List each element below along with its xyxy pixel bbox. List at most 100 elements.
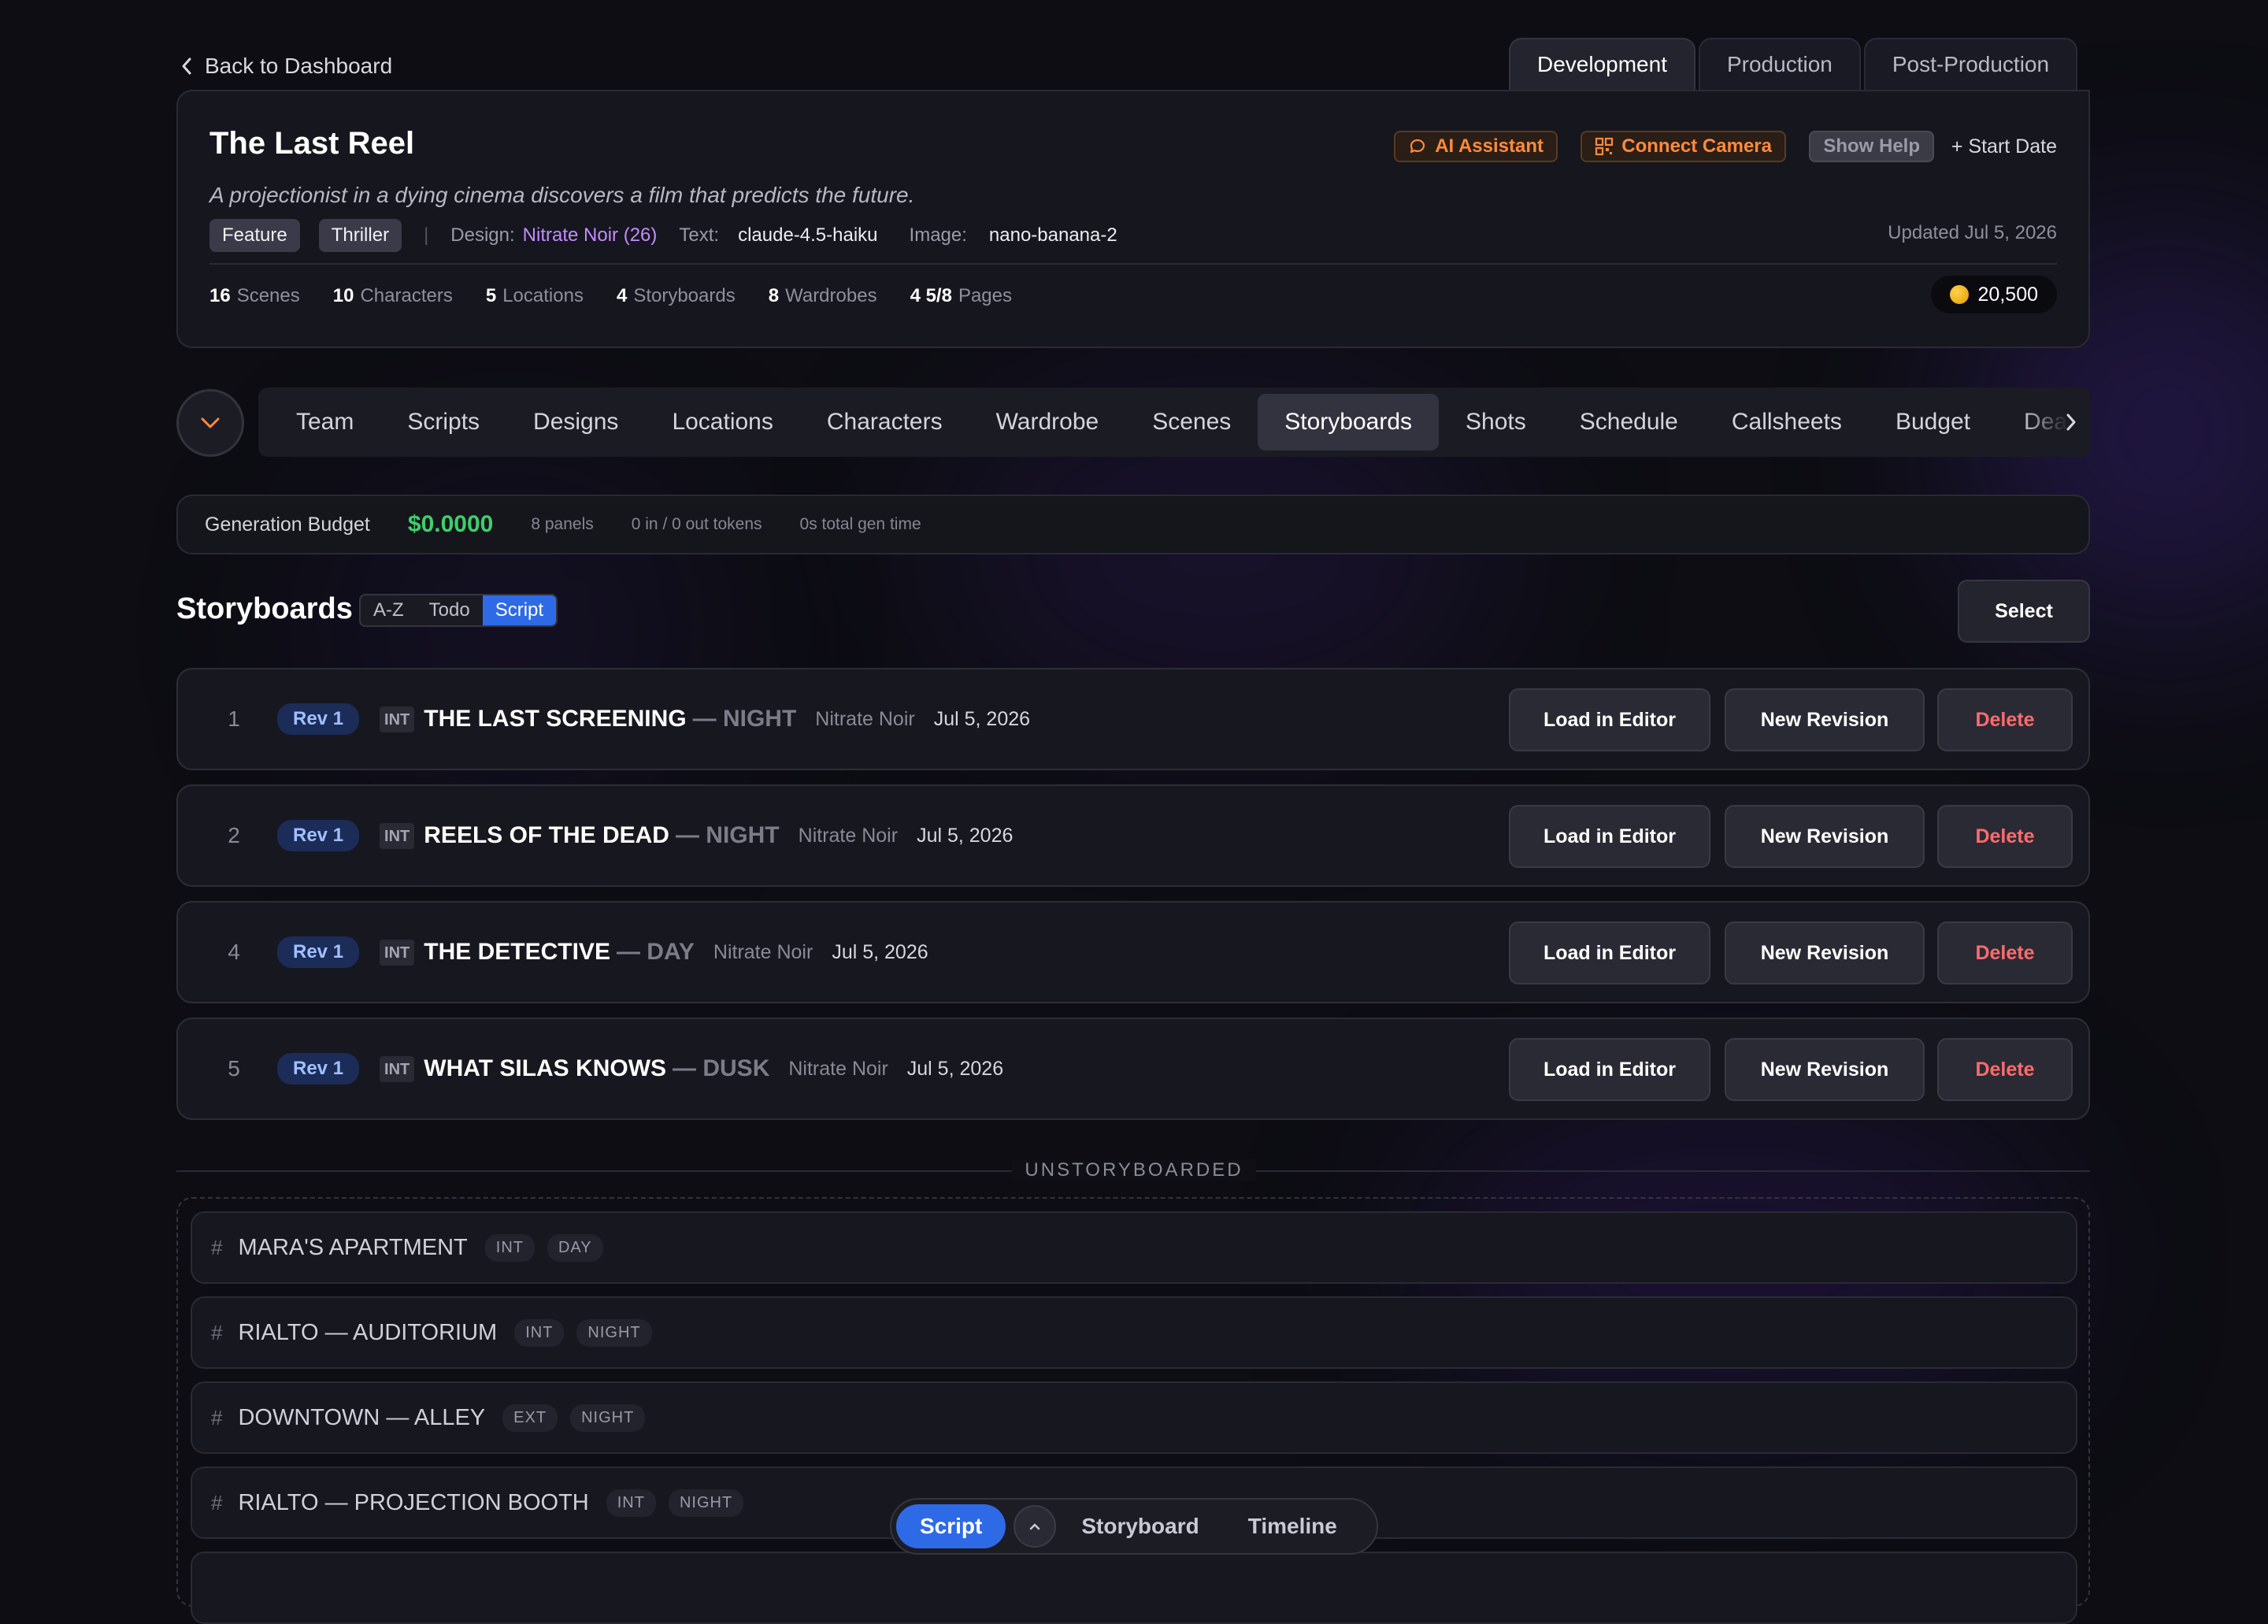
start-date-button[interactable]: + Start Date: [1939, 131, 2070, 162]
card-divider: [209, 263, 2057, 265]
scene-name: DOWNTOWN — ALLEY: [238, 1404, 486, 1430]
sort-az-button[interactable]: A-Z: [361, 595, 417, 625]
budget-amount: $0.0000: [407, 511, 494, 537]
delete-button[interactable]: Delete: [1937, 805, 2073, 868]
nav-shots[interactable]: Shots: [1439, 394, 1553, 450]
nav-callsheets[interactable]: Callsheets: [1705, 394, 1869, 450]
time-of-day-badge: NIGHT: [570, 1403, 646, 1432]
budget-label: Generation Budget: [205, 513, 370, 536]
project-stats: 16 Scenes 10 Characters 5 Locations 4 Storyb…: [209, 285, 1012, 307]
chevron-left-icon: [182, 57, 191, 75]
budget-gen-time: 0s total gen time: [799, 515, 921, 533]
unstoryboarded-label: UNSTORYBOARDED: [1012, 1159, 1256, 1181]
new-revision-button[interactable]: New Revision: [1725, 688, 1925, 751]
storyboards-heading: Storyboards: [176, 592, 353, 625]
design-style: Nitrate Noir: [815, 707, 915, 730]
budget-panels: 8 panels: [531, 515, 594, 533]
load-in-editor-button[interactable]: Load in Editor: [1509, 688, 1710, 751]
nav-scenes[interactable]: Scenes: [1125, 394, 1258, 450]
text-model-value: claude-4.5-haiku: [738, 224, 878, 246]
project-meta-row: Feature Thriller | Design: Nitrate Noir …: [209, 219, 1117, 252]
load-in-editor-button[interactable]: Load in Editor: [1509, 921, 1710, 984]
scene-name: RIALTO — AUDITORIUM: [238, 1319, 498, 1345]
delete-button[interactable]: Delete: [1937, 688, 2073, 751]
tab-post-production[interactable]: Post-Production: [1863, 38, 2078, 90]
unstoryboarded-scene-row[interactable]: # DOWNTOWN — ALLEY EXT NIGHT: [191, 1381, 2077, 1454]
project-title: The Last Reel: [209, 126, 415, 161]
chevron-right-icon: [2066, 413, 2076, 431]
image-model-value: nano-banana-2: [988, 224, 1117, 246]
new-revision-button[interactable]: New Revision: [1725, 921, 1925, 984]
unstoryboarded-scene-row[interactable]: # MARA'S APARTMENT INT DAY: [191, 1211, 2077, 1284]
stat-locations: 5 Locations: [485, 285, 584, 306]
updated-timestamp: Updated Jul 5, 2026: [1888, 222, 2057, 243]
hash-icon: #: [211, 1405, 223, 1429]
select-button[interactable]: Select: [1958, 580, 2090, 643]
int-ext-badge: INT: [606, 1489, 656, 1517]
tag-thriller: Thriller: [318, 219, 402, 252]
back-to-dashboard-link[interactable]: Back to Dashboard: [180, 54, 392, 79]
new-revision-button[interactable]: New Revision: [1725, 1038, 1925, 1101]
chat-bubble-icon: [1410, 139, 1425, 154]
nav-wardrobe[interactable]: Wardrobe: [969, 394, 1126, 450]
collapse-toggle-button[interactable]: [176, 389, 244, 457]
storyboard-date: Jul 5, 2026: [933, 707, 1031, 730]
tab-production[interactable]: Production: [1698, 38, 1861, 90]
time-of-day-badge: DAY: [547, 1233, 603, 1262]
nav-scroll-right-button[interactable]: [2019, 387, 2090, 457]
show-help-button[interactable]: Show Help: [1809, 131, 1934, 162]
nav-schedule[interactable]: Schedule: [1553, 394, 1705, 450]
scene-name: THE LAST SCREENING: [424, 706, 687, 732]
time-of-day: — NIGHT: [692, 706, 797, 732]
revision-badge: Rev 1: [277, 1053, 360, 1085]
scene-name: RIALTO — PROJECTION BOOTH: [238, 1489, 589, 1515]
view-storyboard-button[interactable]: Storyboard: [1056, 1514, 1224, 1539]
sort-script-button[interactable]: Script: [482, 595, 557, 625]
connect-camera-button[interactable]: Connect Camera: [1581, 131, 1786, 162]
int-ext-badge: INT: [380, 822, 415, 849]
delete-button[interactable]: Delete: [1937, 1038, 2073, 1101]
credits-balance[interactable]: 20,500: [1930, 276, 2057, 313]
design-link[interactable]: Nitrate Noir (26): [523, 224, 658, 247]
phase-tabs: Development Production Post-Production: [1509, 38, 2081, 90]
design-style: Nitrate Noir: [798, 824, 899, 847]
unstoryboarded-scene-row[interactable]: # RIALTO — AUDITORIUM INT NIGHT: [191, 1296, 2077, 1369]
nav-storyboards[interactable]: Storyboards: [1258, 394, 1440, 450]
connect-camera-label: Connect Camera: [1621, 135, 1772, 157]
revision-badge: Rev 1: [277, 820, 360, 851]
scene-number: 1: [228, 706, 240, 731]
nav-team[interactable]: Team: [269, 394, 380, 450]
delete-button[interactable]: Delete: [1937, 921, 2073, 984]
nav-scripts[interactable]: Scripts: [380, 394, 506, 450]
storyboard-row[interactable]: 5 Rev 1 INT WHAT SILAS KNOWS — DUSK Nitr…: [176, 1018, 2090, 1120]
nav-designs[interactable]: Designs: [506, 394, 645, 450]
storyboard-row[interactable]: 1 Rev 1 INT THE LAST SCREENING — NIGHT N…: [176, 668, 2090, 770]
time-of-day: — NIGHT: [675, 822, 780, 848]
unstoryboarded-scene-row[interactable]: [191, 1552, 2077, 1624]
view-timeline-button[interactable]: Timeline: [1225, 1514, 1362, 1539]
nav-budget[interactable]: Budget: [1869, 394, 1997, 450]
new-revision-button[interactable]: New Revision: [1725, 805, 1925, 868]
tab-development[interactable]: Development: [1509, 38, 1695, 90]
expand-panel-button[interactable]: [1014, 1505, 1057, 1548]
scene-number: 4: [228, 940, 240, 964]
nav-locations[interactable]: Locations: [645, 394, 799, 450]
storyboard-row[interactable]: 4 Rev 1 INT THE DETECTIVE — DAY Nitrate …: [176, 901, 2090, 1003]
sort-todo-button[interactable]: Todo: [417, 595, 483, 625]
unstoryboarded-label-wrap: UNSTORYBOARDED: [0, 1159, 2268, 1181]
view-script-button[interactable]: Script: [896, 1504, 1006, 1548]
storyboard-date: Jul 5, 2026: [906, 1057, 1004, 1080]
project-logline: A projectionist in a dying cinema discov…: [209, 183, 915, 207]
scene-name: WHAT SILAS KNOWS: [424, 1055, 667, 1081]
back-label: Back to Dashboard: [205, 54, 393, 78]
design-label: Design:: [450, 224, 515, 246]
chevron-down-icon: [201, 417, 220, 428]
ai-assistant-button[interactable]: AI Assistant: [1394, 131, 1558, 162]
nav-characters[interactable]: Characters: [800, 394, 969, 450]
load-in-editor-button[interactable]: Load in Editor: [1509, 805, 1710, 868]
hash-icon: #: [211, 1490, 223, 1515]
storyboard-row[interactable]: 2 Rev 1 INT REELS OF THE DEAD — NIGHT Ni…: [176, 784, 2090, 887]
stat-pages: 4 5/8 Pages: [910, 285, 1013, 306]
load-in-editor-button[interactable]: Load in Editor: [1509, 1038, 1710, 1101]
time-of-day-badge: NIGHT: [668, 1489, 744, 1517]
